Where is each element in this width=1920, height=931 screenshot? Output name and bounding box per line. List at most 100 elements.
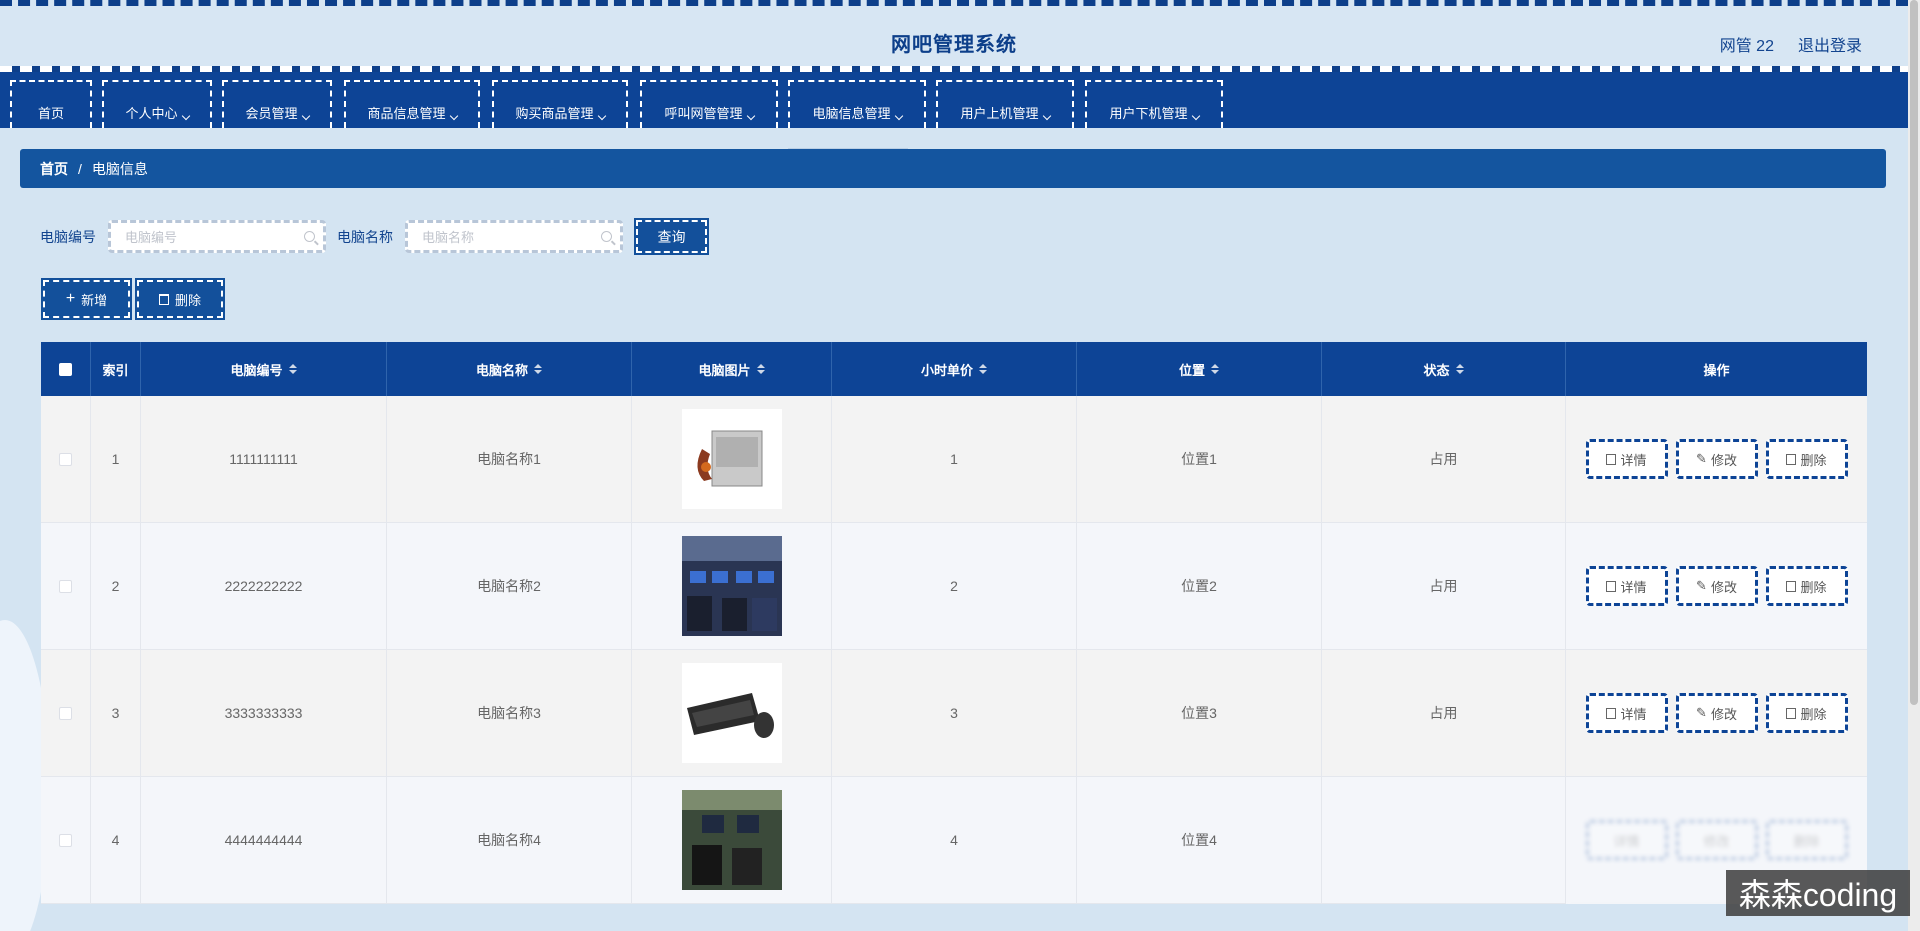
nav-label: 商品信息管理 xyxy=(367,106,446,121)
nav-item-call-admin[interactable]: 呼叫网管管理 xyxy=(640,80,778,128)
nav-item-computer-info[interactable]: 电脑信息管理 xyxy=(788,80,926,128)
breadcrumb: 首页 / 电脑信息 xyxy=(20,149,1886,188)
column-code[interactable]: 电脑编号 xyxy=(141,342,387,396)
table-header: 索引 电脑编号 电脑名称 电脑图片 小时单价 位置 状态 操作 xyxy=(41,342,1867,396)
trash-icon xyxy=(1786,707,1797,719)
column-name[interactable]: 电脑名称 xyxy=(387,342,632,396)
computer-name-input[interactable]: 电脑名称 xyxy=(405,220,623,253)
nav-item-member-management[interactable]: 会员管理 xyxy=(222,80,332,128)
delete-button[interactable]: 删除 xyxy=(1765,693,1848,733)
watermark: 森森coding xyxy=(1726,870,1910,916)
location-cell: 位置1 xyxy=(1077,396,1322,523)
delete-button[interactable]: 删除 xyxy=(1765,439,1848,479)
top-header: 网吧管理系统 网管 22 退出登录 xyxy=(0,0,1908,72)
trash-icon xyxy=(158,293,169,305)
name-cell: 电脑名称3 xyxy=(387,650,632,777)
name-cell: 电脑名称4 xyxy=(387,777,632,904)
nav-item-user-logout[interactable]: 用户下机管理 xyxy=(1085,80,1223,128)
edit-label: 修改 xyxy=(1710,452,1737,468)
row-checkbox[interactable] xyxy=(59,706,72,720)
status-cell xyxy=(1322,777,1566,904)
breadcrumb-current: 电脑信息 xyxy=(91,160,148,177)
delete-button[interactable]: 删除 xyxy=(1765,566,1848,606)
keyboard-mouse-image[interactable] xyxy=(681,663,782,763)
logout-link[interactable]: 退出登录 xyxy=(1798,32,1862,56)
chevron-down-icon xyxy=(301,111,310,121)
search-icon xyxy=(304,231,315,242)
chevron-down-icon xyxy=(1042,111,1051,121)
delete-button[interactable]: 删除 xyxy=(1765,820,1848,860)
price-cell: 1 xyxy=(832,396,1077,523)
select-all-cell xyxy=(41,342,91,396)
pencil-icon: ✎ xyxy=(1696,705,1707,720)
chevron-down-icon xyxy=(1191,111,1200,121)
query-button[interactable]: 查询 xyxy=(636,220,707,253)
internet-cafe-seats-image[interactable] xyxy=(681,790,782,890)
detail-button[interactable]: 详情 xyxy=(1585,439,1668,479)
detail-label: 详情 xyxy=(1620,452,1647,468)
column-price[interactable]: 小时单价 xyxy=(832,342,1077,396)
actions-cell: 详情 ✎ 修改 删除 xyxy=(1566,396,1867,523)
computer-table: 索引 电脑编号 电脑名称 电脑图片 小时单价 位置 状态 操作 1 111111… xyxy=(41,342,1867,904)
search-icon xyxy=(601,231,612,242)
column-image[interactable]: 电脑图片 xyxy=(632,342,832,396)
price-cell: 3 xyxy=(832,650,1077,777)
name-cell: 电脑名称1 xyxy=(387,396,632,523)
sort-icon[interactable] xyxy=(288,364,297,374)
chevron-down-icon xyxy=(597,111,606,121)
computer-code-placeholder: 电脑编号 xyxy=(125,230,178,245)
scrollbar-thumb[interactable] xyxy=(1910,0,1918,705)
row-checkbox[interactable] xyxy=(59,452,72,466)
location-cell: 位置4 xyxy=(1077,777,1322,904)
document-icon xyxy=(1606,453,1617,465)
detail-button[interactable]: 详情 xyxy=(1585,820,1668,860)
chevron-down-icon xyxy=(894,111,903,121)
row-select-cell xyxy=(41,396,91,523)
current-user[interactable]: 网管 22 xyxy=(1720,32,1774,56)
detail-button[interactable]: 详情 xyxy=(1585,566,1668,606)
nav-label: 首页 xyxy=(37,106,64,121)
nav-item-product-info[interactable]: 商品信息管理 xyxy=(344,80,480,128)
internet-cafe-image[interactable] xyxy=(681,536,782,636)
nav-item-purchase[interactable]: 购买商品管理 xyxy=(492,80,628,128)
edit-button[interactable]: ✎ 修改 xyxy=(1675,439,1758,479)
nav-label: 用户下机管理 xyxy=(1109,106,1188,121)
column-status[interactable]: 状态 xyxy=(1322,342,1566,396)
page-scrollbar[interactable] xyxy=(1908,0,1920,931)
sort-icon[interactable] xyxy=(979,364,987,374)
table-row: 1 1111111111 电脑名称1 1 位置1 占用 详情 ✎ 修改 删除 xyxy=(41,396,1867,523)
column-location[interactable]: 位置 xyxy=(1077,342,1322,396)
image-cell xyxy=(632,650,832,777)
edit-button[interactable]: ✎ 修改 xyxy=(1675,566,1758,606)
column-actions: 操作 xyxy=(1566,342,1867,396)
column-label: 电脑名称 xyxy=(475,362,528,378)
select-all-checkbox[interactable] xyxy=(59,362,72,376)
nav-item-user-login[interactable]: 用户上机管理 xyxy=(936,80,1074,128)
column-label: 状态 xyxy=(1423,362,1450,378)
sort-icon[interactable] xyxy=(534,364,542,374)
row-checkbox[interactable] xyxy=(59,833,72,847)
detail-button[interactable]: 详情 xyxy=(1585,693,1668,733)
sort-icon[interactable] xyxy=(1455,364,1464,374)
row-select-cell xyxy=(41,523,91,650)
sort-icon[interactable] xyxy=(756,364,765,374)
nav-item-home[interactable]: 首页 xyxy=(10,80,92,128)
user-area: 网管 22 退出登录 xyxy=(1720,32,1862,56)
breadcrumb-home[interactable]: 首页 xyxy=(40,159,68,179)
index-cell: 1 xyxy=(91,396,141,523)
edit-label: 修改 xyxy=(1710,706,1737,722)
power-supply-image[interactable] xyxy=(681,409,782,509)
nav-item-personal-center[interactable]: 个人中心 xyxy=(102,80,212,128)
computer-code-input[interactable]: 电脑编号 xyxy=(108,220,326,253)
index-cell: 3 xyxy=(91,650,141,777)
sort-icon[interactable] xyxy=(1211,364,1219,374)
bulk-delete-button[interactable]: 删除 xyxy=(137,280,223,318)
column-label: 位置 xyxy=(1178,362,1205,378)
row-checkbox[interactable] xyxy=(59,579,72,593)
status-cell: 占用 xyxy=(1322,523,1566,650)
edit-button[interactable]: ✎ 修改 xyxy=(1675,693,1758,733)
add-button[interactable]: + 新增 xyxy=(43,280,130,318)
edit-button[interactable]: 修改 xyxy=(1675,820,1758,860)
nav-label: 呼叫网管管理 xyxy=(664,106,743,121)
status-cell: 占用 xyxy=(1322,396,1566,523)
